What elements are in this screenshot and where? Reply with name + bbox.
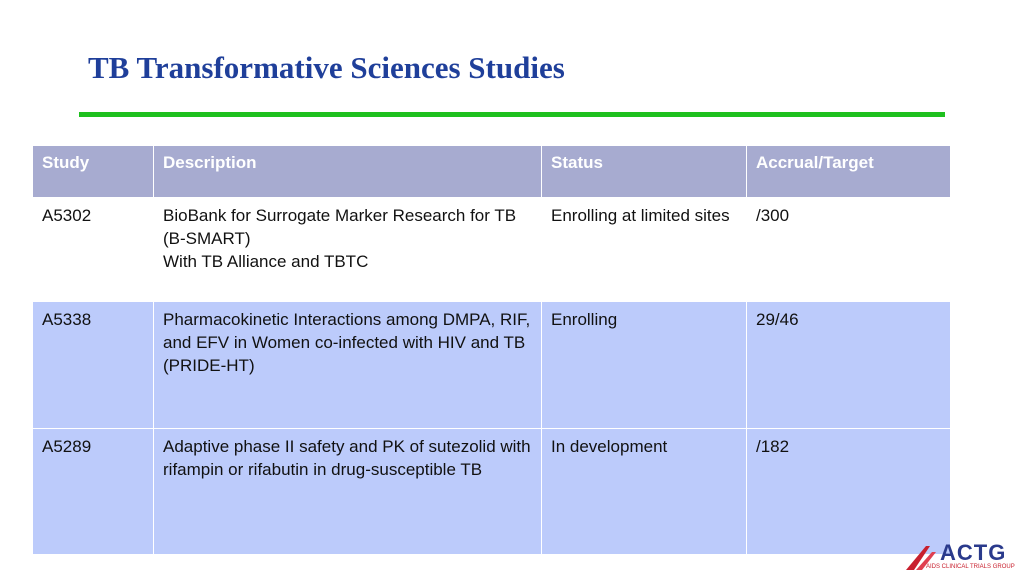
study-accrual: /300 <box>746 197 951 302</box>
logo-subtext: AIDS CLINICAL TRIALS GROUP <box>926 564 1015 570</box>
study-id: A5289 <box>32 428 154 555</box>
header-accrual: Accrual/Target <box>746 145 951 198</box>
study-description: Pharmacokinetic Interactions among DMPA,… <box>153 301 542 429</box>
header-status: Status <box>541 145 747 198</box>
title-divider <box>79 112 945 117</box>
table-row: A5289 Adaptive phase II safety and PK of… <box>32 428 951 555</box>
study-accrual: /182 <box>746 428 951 555</box>
header-study: Study <box>32 145 154 198</box>
study-status: Enrolling at limited sites <box>541 197 747 302</box>
table-row: A5338 Pharmacokinetic Interactions among… <box>32 301 951 429</box>
studies-table: Study Description Status Accrual/Target … <box>32 145 951 555</box>
study-status: Enrolling <box>541 301 747 429</box>
study-id: A5338 <box>32 301 154 429</box>
logo-text: ACTG <box>940 540 1007 565</box>
description-line: BioBank for Surrogate Marker Research fo… <box>163 206 517 248</box>
description-line: Pharmacokinetic Interactions among DMPA,… <box>163 310 540 375</box>
description-line: Adaptive phase II safety and PK of sutez… <box>163 437 531 479</box>
header-description: Description <box>153 145 542 198</box>
study-description: BioBank for Surrogate Marker Research fo… <box>153 197 542 302</box>
description-line: With TB Alliance and TBTC <box>163 252 369 271</box>
table-row: A5302 BioBank for Surrogate Marker Resea… <box>32 197 951 302</box>
study-description: Adaptive phase II safety and PK of sutez… <box>153 428 542 555</box>
study-accrual: 29/46 <box>746 301 951 429</box>
table-header-row: Study Description Status Accrual/Target <box>32 145 951 198</box>
slide-title: TB Transformative Sciences Studies <box>88 50 565 85</box>
study-id: A5302 <box>32 197 154 302</box>
actg-logo: ACTG AIDS CLINICAL TRIALS GROUP <box>904 540 1020 574</box>
study-status: In development <box>541 428 747 555</box>
